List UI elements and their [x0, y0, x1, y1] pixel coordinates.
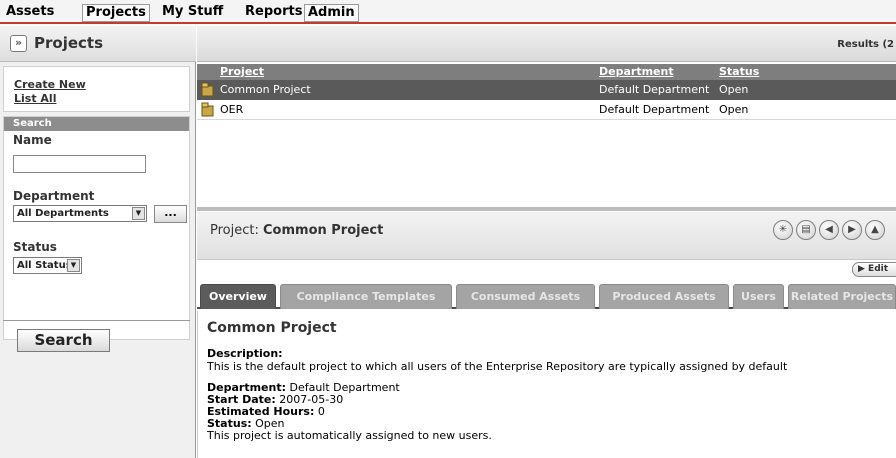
department-select[interactable]: All Departments ▼	[13, 205, 147, 222]
results-bar: Results (2	[197, 26, 896, 62]
menu-projects[interactable]: Projects	[82, 4, 150, 22]
list-all-link[interactable]: List All	[14, 92, 56, 105]
folder-icon	[201, 102, 214, 117]
department-browse-button[interactable]: ...	[154, 205, 187, 223]
overview-title: Common Project	[207, 320, 337, 336]
navigate-icon[interactable]: ▲	[865, 220, 885, 240]
project-name: Common Project	[263, 223, 384, 238]
edit-button[interactable]: ▶ Edit	[852, 262, 896, 277]
description-label: Description:	[207, 347, 283, 360]
tab-related-projects[interactable]: Related Projects	[788, 284, 896, 309]
overview-content: Common Project Description: This is the …	[197, 311, 896, 458]
department-select-value: All Departments	[17, 208, 109, 219]
status-select[interactable]: All Status ▼	[13, 257, 82, 274]
tab-consumed-assets[interactable]: Consumed Assets	[456, 284, 595, 309]
next-icon[interactable]: ▶	[842, 220, 862, 240]
create-new-link[interactable]: Create New	[14, 78, 86, 91]
search-header: Search	[4, 117, 189, 131]
sidebar-links: Create New List All	[3, 66, 190, 112]
tab-overview[interactable]: Overview	[200, 284, 276, 309]
table-row[interactable]: Common Project Default Department Open	[197, 80, 896, 100]
chevron-down-icon[interactable]: ▼	[67, 259, 80, 272]
project-cell: OER	[220, 103, 244, 116]
name-label: Name	[13, 133, 52, 147]
results-table: Project Department Status Common Project…	[197, 64, 896, 207]
expand-icon[interactable]: »	[10, 35, 27, 52]
sidebar: » Projects Create New List All Search Na…	[0, 26, 196, 458]
table-row[interactable]: OER Default Department Open	[197, 100, 896, 120]
column-department[interactable]: Department	[599, 65, 674, 78]
table-header: Project Department Status	[197, 64, 896, 80]
tab-produced-assets[interactable]: Produced Assets	[599, 284, 729, 309]
search-separator	[3, 320, 190, 321]
department-cell: Default Department	[599, 83, 710, 96]
status-label: Status	[13, 240, 57, 254]
sidebar-header: » Projects	[0, 26, 196, 62]
hours-value: 0	[317, 405, 325, 418]
folder-icon	[201, 82, 214, 97]
project-label: Project:	[210, 223, 259, 238]
name-input[interactable]	[13, 155, 146, 173]
tab-users[interactable]: Users	[733, 284, 784, 309]
toolbar-list-icon[interactable]: ▤	[796, 220, 816, 240]
description-text: This is the default project to which all…	[207, 360, 788, 373]
status-cell: Open	[719, 103, 749, 116]
sidebar-title: Projects	[34, 34, 104, 52]
project-cell: Common Project	[220, 83, 311, 96]
panel-divider[interactable]	[197, 207, 896, 211]
main-menu-bar: Assets Projects My Stuff Reports Admin	[0, 0, 896, 24]
project-header: Project: Common Project ✳ ▤ ◀ ▶ ▲	[197, 212, 896, 260]
column-project[interactable]: Project	[220, 65, 264, 78]
search-button[interactable]: Search	[17, 329, 110, 352]
toolbar-star-icon[interactable]: ✳	[773, 220, 793, 240]
department-label: Department	[13, 189, 95, 203]
status-cell: Open	[719, 83, 749, 96]
chevron-down-icon[interactable]: ▼	[132, 207, 145, 220]
main-panel: Results (2 Project Department Status Com…	[197, 26, 896, 458]
detail-tabs: Overview Compliance Templates Consumed A…	[197, 282, 896, 309]
project-title: Project: Common Project	[210, 223, 383, 238]
department-cell: Default Department	[599, 103, 710, 116]
column-status[interactable]: Status	[719, 65, 759, 78]
menu-admin[interactable]: Admin	[304, 4, 359, 22]
menu-reports[interactable]: Reports	[242, 4, 305, 22]
search-panel: Search Name Department All Departments ▼…	[3, 116, 190, 340]
previous-icon[interactable]: ◀	[819, 220, 839, 240]
assignment-note: This project is automatically assigned t…	[207, 429, 492, 442]
status-select-value: All Status	[17, 260, 72, 271]
menu-my-stuff[interactable]: My Stuff	[159, 4, 226, 22]
tab-compliance-templates[interactable]: Compliance Templates	[280, 284, 452, 309]
results-count: Results (2	[837, 39, 894, 50]
menu-assets[interactable]: Assets	[3, 4, 57, 22]
